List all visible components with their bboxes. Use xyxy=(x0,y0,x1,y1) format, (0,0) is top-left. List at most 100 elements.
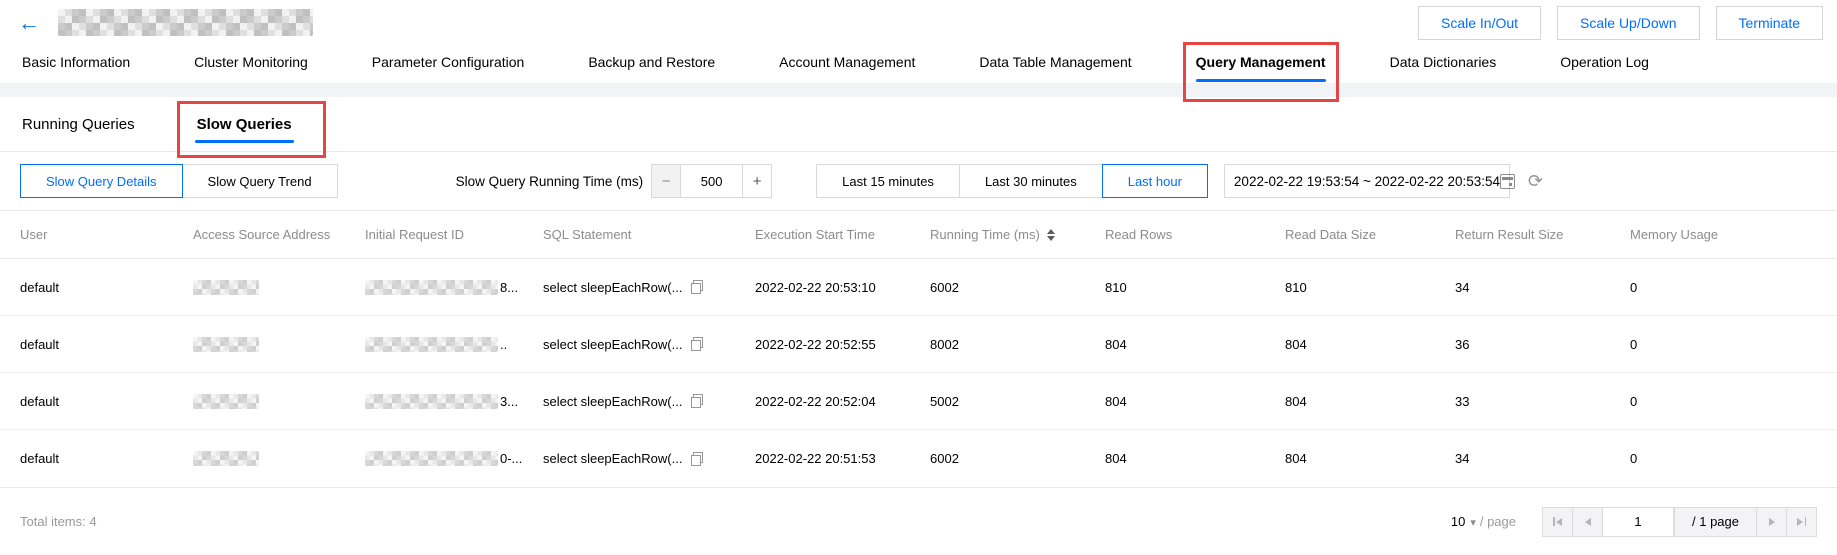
scale-up-down-button[interactable]: Scale Up/Down xyxy=(1557,6,1700,40)
cell-start-time: 2022-02-22 20:53:10 xyxy=(755,280,930,295)
cell-user: default xyxy=(20,280,193,295)
copy-icon[interactable] xyxy=(691,452,703,466)
col-access-source-address: Access Source Address xyxy=(193,227,365,242)
tab-account-management[interactable]: Account Management xyxy=(779,45,915,83)
cell-memory-usage: 0 xyxy=(1630,280,1837,295)
page-size-value: 10 xyxy=(1451,514,1465,529)
tab-operation-log[interactable]: Operation Log xyxy=(1560,45,1649,83)
request-id-redacted xyxy=(365,337,498,352)
refresh-icon[interactable]: ⟳ xyxy=(1528,172,1543,190)
table-row: default .. select sleepEachRow(... 2022-… xyxy=(0,316,1837,373)
time-range-group: Last 15 minutes Last 30 minutes Last hou… xyxy=(816,164,1208,198)
table-row: default 8... select sleepEachRow(... 202… xyxy=(0,259,1837,316)
copy-icon[interactable] xyxy=(691,337,703,351)
section-divider-band xyxy=(0,83,1837,97)
request-id-redacted xyxy=(365,280,498,295)
cell-return-result-size: 34 xyxy=(1455,280,1630,295)
col-initial-request-id: Initial Request ID xyxy=(365,227,543,242)
tab-query-management-label: Query Management xyxy=(1196,54,1326,70)
cell-read-rows: 804 xyxy=(1105,394,1285,409)
col-return-result-size: Return Result Size xyxy=(1455,227,1630,242)
last-hour-button[interactable]: Last hour xyxy=(1102,164,1208,198)
subtab-slow-queries[interactable]: Slow Queries xyxy=(197,116,292,133)
cell-start-time: 2022-02-22 20:52:04 xyxy=(755,394,930,409)
tab-parameter-configuration[interactable]: Parameter Configuration xyxy=(372,45,525,83)
total-items-label: Total items: xyxy=(20,514,86,529)
date-range-value: 2022-02-22 19:53:54 ~ 2022-02-22 20:53:5… xyxy=(1234,174,1500,189)
cell-read-data-size: 804 xyxy=(1285,394,1455,409)
running-time-input[interactable] xyxy=(681,164,743,198)
subtab-running-queries[interactable]: Running Queries xyxy=(22,116,135,133)
col-memory-usage: Memory Usage xyxy=(1630,227,1837,242)
tab-basic-information[interactable]: Basic Information xyxy=(22,45,130,83)
main-tab-bar: Basic Information Cluster Monitoring Par… xyxy=(0,45,1837,83)
col-read-rows: Read Rows xyxy=(1105,227,1285,242)
instance-name-redacted xyxy=(58,9,313,36)
cell-running-ms: 6002 xyxy=(930,451,1105,466)
scale-in-out-button[interactable]: Scale In/Out xyxy=(1418,6,1541,40)
stepper-minus-icon[interactable]: − xyxy=(651,164,681,198)
cell-memory-usage: 0 xyxy=(1630,451,1837,466)
pager-controls: / 1 page xyxy=(1542,507,1817,537)
cell-sql: select sleepEachRow(... xyxy=(543,337,755,352)
per-page-label: / page xyxy=(1480,514,1516,529)
last-page-button[interactable] xyxy=(1786,507,1817,537)
view-toggle-group: Slow Query Details Slow Query Trend xyxy=(20,164,338,198)
cell-user: default xyxy=(20,394,193,409)
sql-text: select sleepEachRow(... xyxy=(543,337,682,352)
slow-query-details-button[interactable]: Slow Query Details xyxy=(20,164,183,198)
sql-text: select sleepEachRow(... xyxy=(543,280,682,295)
date-range-picker[interactable]: 2022-02-22 19:53:54 ~ 2022-02-22 20:53:5… xyxy=(1224,164,1510,198)
first-page-button[interactable] xyxy=(1542,507,1573,537)
cell-request-id: 3... xyxy=(365,394,543,409)
cell-access-source xyxy=(193,394,365,409)
subtab-slow-queries-label: Slow Queries xyxy=(197,116,292,133)
cell-read-data-size: 810 xyxy=(1285,280,1455,295)
terminate-button[interactable]: Terminate xyxy=(1716,6,1823,40)
cell-return-result-size: 34 xyxy=(1455,451,1630,466)
cell-memory-usage: 0 xyxy=(1630,337,1837,352)
cell-sql: select sleepEachRow(... xyxy=(543,451,755,466)
cell-read-data-size: 804 xyxy=(1285,451,1455,466)
filter-bar: Slow Query Details Slow Query Trend Slow… xyxy=(0,152,1837,210)
page-size-select[interactable]: 10 ▾ xyxy=(1451,514,1480,529)
running-time-filter-label: Slow Query Running Time (ms) xyxy=(456,174,644,189)
cell-user: default xyxy=(20,451,193,466)
cell-user: default xyxy=(20,337,193,352)
last-15-minutes-button[interactable]: Last 15 minutes xyxy=(816,164,960,198)
table-row: default 0-... select sleepEachRow(... 20… xyxy=(0,430,1837,487)
header-actions: Scale In/Out Scale Up/Down Terminate xyxy=(1418,6,1823,40)
calendar-icon xyxy=(1500,174,1515,189)
cell-sql: select sleepEachRow(... xyxy=(543,280,755,295)
last-30-minutes-button[interactable]: Last 30 minutes xyxy=(959,164,1103,198)
sort-icon[interactable] xyxy=(1047,229,1055,241)
access-source-redacted xyxy=(193,337,259,352)
cell-running-ms: 6002 xyxy=(930,280,1105,295)
tab-backup-and-restore[interactable]: Backup and Restore xyxy=(588,45,715,83)
col-user: User xyxy=(20,227,193,242)
cell-return-result-size: 33 xyxy=(1455,394,1630,409)
stepper-plus-icon[interactable]: + xyxy=(742,164,772,198)
tab-data-dictionaries[interactable]: Data Dictionaries xyxy=(1390,45,1497,83)
sql-text: select sleepEachRow(... xyxy=(543,394,682,409)
next-page-button[interactable] xyxy=(1756,507,1787,537)
cell-read-data-size: 804 xyxy=(1285,337,1455,352)
tab-data-table-management[interactable]: Data Table Management xyxy=(979,45,1131,83)
running-time-stepper: − + xyxy=(651,164,772,198)
tab-query-management[interactable]: Query Management xyxy=(1196,45,1326,83)
copy-icon[interactable] xyxy=(691,394,703,408)
active-subtab-underline xyxy=(195,140,294,143)
back-icon[interactable]: ← xyxy=(18,12,40,34)
cell-return-result-size: 36 xyxy=(1455,337,1630,352)
sql-text: select sleepEachRow(... xyxy=(543,451,682,466)
tab-cluster-monitoring[interactable]: Cluster Monitoring xyxy=(194,45,308,83)
prev-page-button[interactable] xyxy=(1572,507,1603,537)
cell-request-id: 8... xyxy=(365,280,543,295)
cell-access-source xyxy=(193,337,365,352)
slow-query-trend-button[interactable]: Slow Query Trend xyxy=(182,164,338,198)
current-page-input[interactable] xyxy=(1602,507,1674,537)
copy-icon[interactable] xyxy=(691,280,703,294)
total-items-value: 4 xyxy=(89,514,96,529)
col-execution-start-time: Execution Start Time xyxy=(755,227,930,242)
table-row: default 3... select sleepEachRow(... 202… xyxy=(0,373,1837,430)
